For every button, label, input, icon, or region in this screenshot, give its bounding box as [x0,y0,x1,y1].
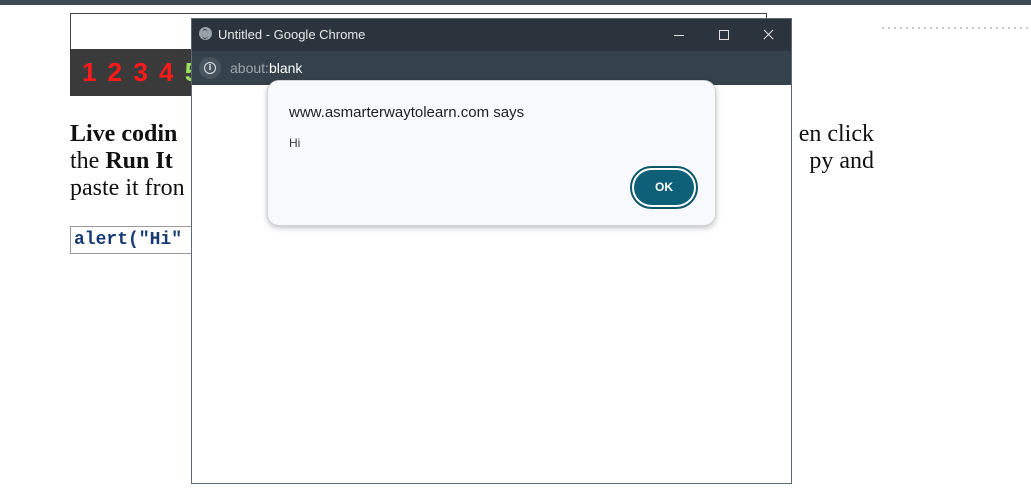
window-title: Untitled - Google Chrome [218,27,366,42]
top-strip [0,0,1031,5]
alert-dialog: www.asmarterwaytolearn.com says Hi OK [267,80,716,226]
minimize-button[interactable] [668,24,690,46]
ok-button-label: OK [634,170,694,205]
paragraph-line-2-end: py and [809,148,874,174]
lesson-number-strip: 1 2 3 4 5 [70,49,210,96]
paragraph-line-1-end: en click [798,121,874,147]
code-input-value: alert("Hi" [74,230,183,250]
info-icon: i [204,62,216,74]
dialog-title: www.asmarterwaytolearn.com says [289,104,525,121]
site-info-button[interactable]: i [199,57,221,79]
dialog-message: Hi [289,136,301,150]
paragraph-line-3: paste it fron [70,175,185,201]
url-text[interactable]: about:blank [230,60,302,76]
globe-icon [199,27,212,40]
paragraph-line-1: Live codin [70,121,178,147]
lesson-numbers: 1 2 3 4 5 [82,57,199,87]
paragraph-line-2: the Run It [70,148,173,174]
title-bar[interactable]: Untitled - Google Chrome [192,19,791,51]
ok-button[interactable]: OK [630,166,698,209]
maximize-button[interactable] [713,24,735,46]
close-button[interactable] [758,24,780,46]
dotted-line [880,26,1030,30]
